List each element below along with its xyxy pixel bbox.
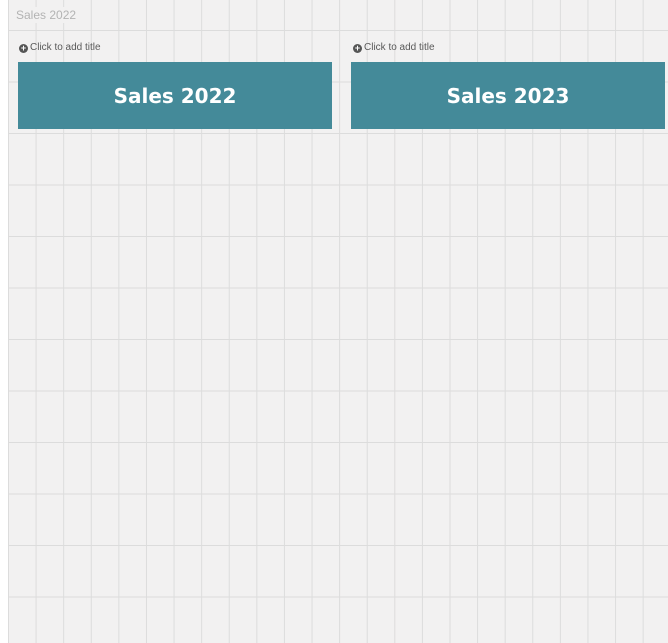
add-title-label: Click to add title bbox=[364, 42, 435, 53]
plus-circle-icon: + bbox=[353, 42, 362, 53]
sheet-title: Sales 2022 bbox=[16, 7, 83, 23]
add-title-link[interactable]: + Click to add title bbox=[19, 42, 101, 54]
sheet-canvas[interactable]: Sales 2022 + Click to add title Sales 20… bbox=[8, 0, 668, 643]
sales-2023-button-label: Sales 2023 bbox=[446, 83, 570, 108]
add-title-link[interactable]: + Click to add title bbox=[353, 42, 435, 54]
sales-2023-button[interactable]: Sales 2023 bbox=[351, 62, 665, 129]
plus-circle-icon: + bbox=[19, 42, 28, 53]
sales-2022-button[interactable]: Sales 2022 bbox=[18, 62, 332, 129]
add-title-label: Click to add title bbox=[30, 42, 101, 53]
sales-2022-button-label: Sales 2022 bbox=[113, 83, 237, 108]
